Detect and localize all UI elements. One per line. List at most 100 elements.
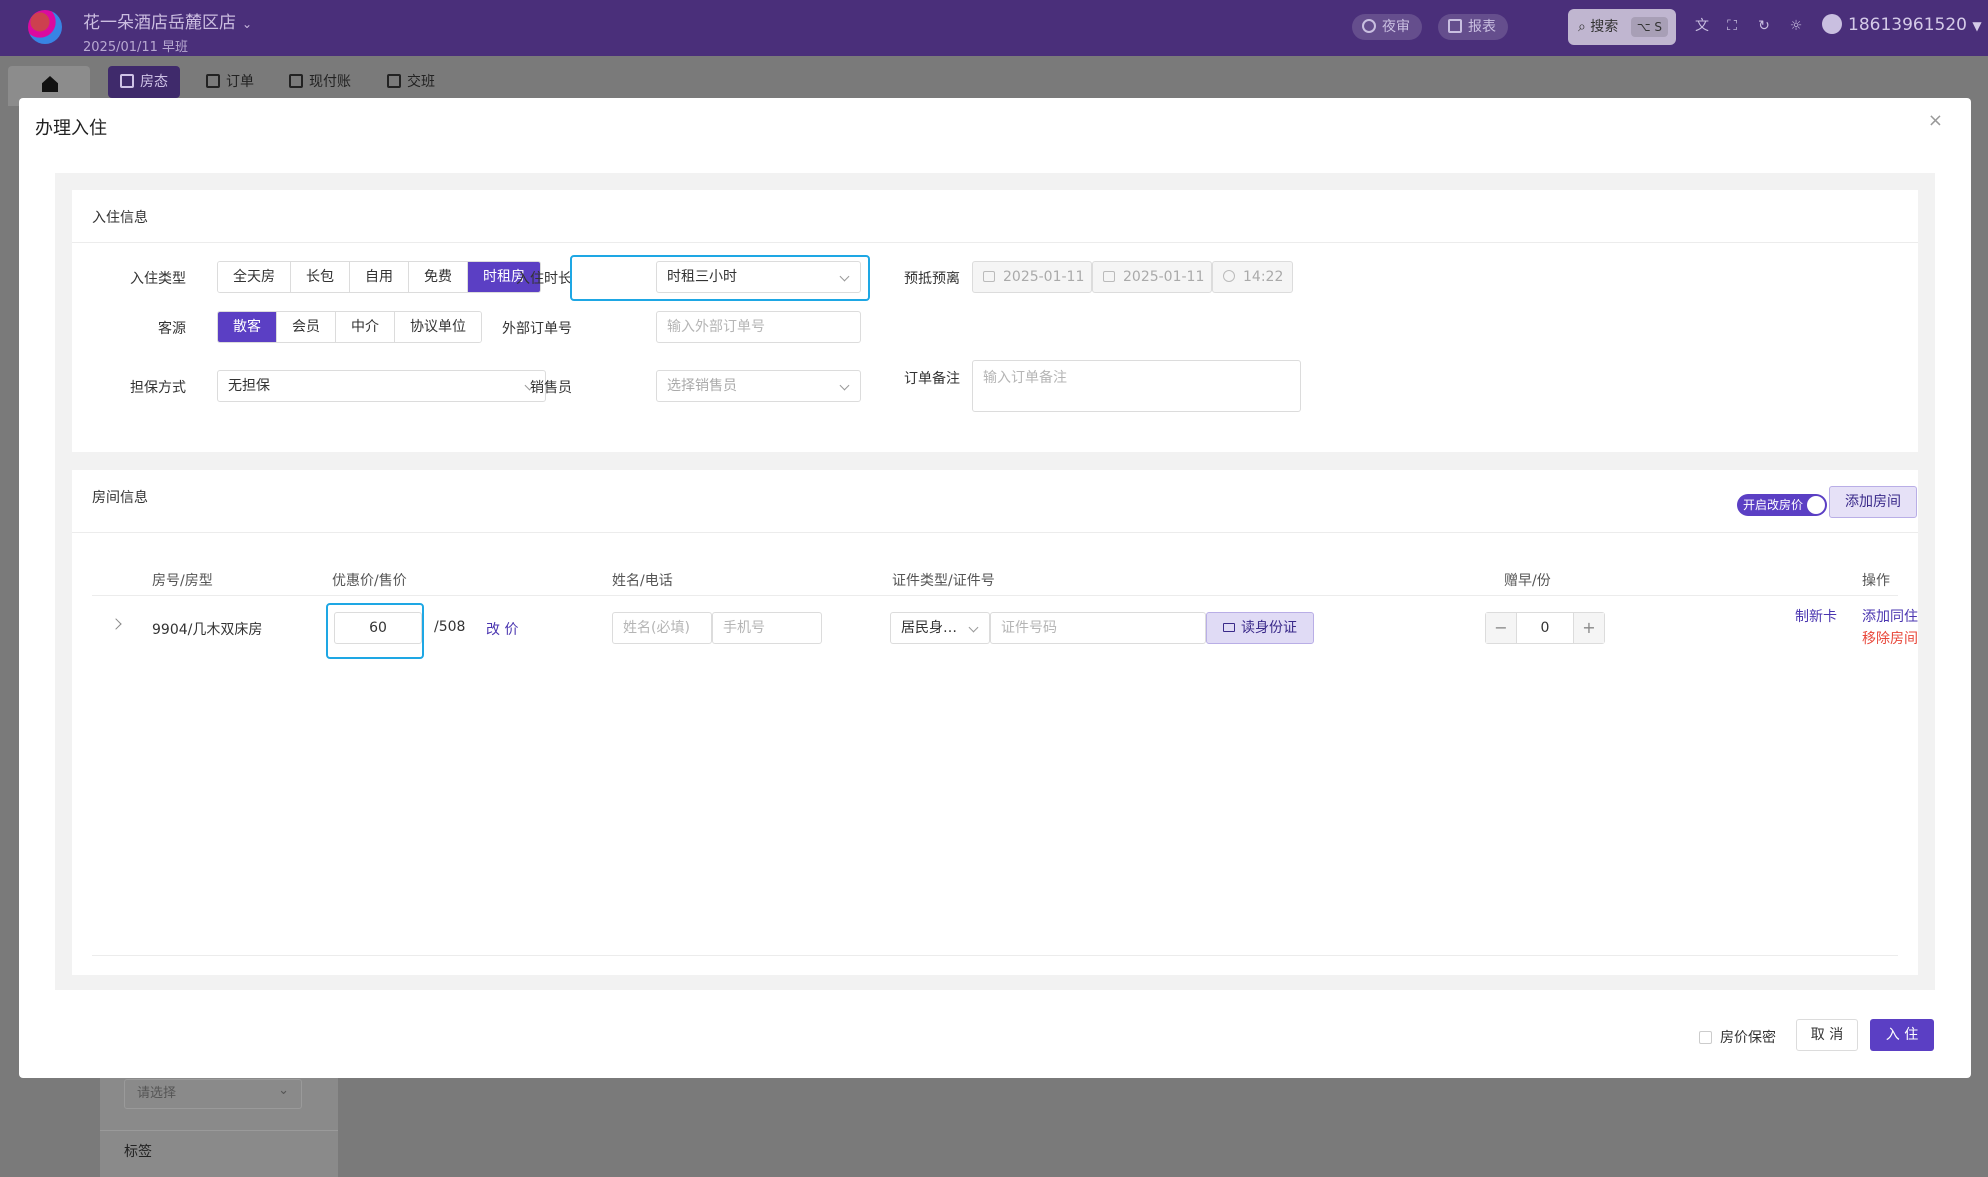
filter-select[interactable]: 请选择 [124,1077,302,1109]
sales-select[interactable]: 选择销售员 [656,370,861,402]
divider [72,242,1918,243]
remove-room-link[interactable]: 移除房间 [1862,628,1918,648]
source-corporate[interactable]: 协议单位 [395,312,481,342]
modal-title: 办理入住 [35,118,107,139]
checkin-type-fullday[interactable]: 全天房 [218,262,291,292]
remark-textarea[interactable]: 输入订单备注 [972,360,1301,412]
sale-price: /508 [434,619,466,635]
col-room: 房号/房型 [152,573,213,589]
source-label: 客源 [158,321,186,337]
app-topbar: 花一朵酒店岳麓区店 ⌄ 2025/01/11 早班 夜审 报表 ⌕ 搜索 ⌥ S … [0,0,1988,56]
checkin-submit-button[interactable]: 入 住 [1870,1019,1934,1051]
calendar-icon [983,271,995,282]
depart-time-input[interactable]: 14:22 [1212,261,1293,293]
tab-orders[interactable]: 订单 [194,66,266,98]
modal-body: 入住信息 入住类型 全天房 长包 自用 免费 时租房 入住时长 时租三小时 预抵… [55,173,1935,990]
source-agent[interactable]: 中介 [336,312,395,342]
col-id: 证件类型/证件号 [892,573,995,589]
id-card-icon [1223,623,1235,632]
ext-order-input[interactable]: 输入外部订单号 [656,311,861,343]
checkin-type-longstay[interactable]: 长包 [291,262,350,292]
checkin-modal: 办理入住 × 入住信息 入住类型 全天房 长包 自用 免费 时租房 入住时长 时… [19,98,1971,1078]
checkin-type-group: 全天房 长包 自用 免费 时租房 [217,261,541,293]
night-audit-button[interactable]: 夜审 [1352,14,1422,40]
report-icon [1448,19,1462,33]
chevron-down-icon [839,271,850,282]
toggle-knob [1807,496,1825,514]
room-info-card: 房间信息 开启改房价 添加房间 房号/房型 优惠价/售价 姓名/电话 证件类型/… [72,470,1918,975]
refresh-icon[interactable]: ↻ [1756,18,1772,34]
remark-label: 订单备注 [904,371,960,387]
theme-sun-icon[interactable]: ☼ [1788,18,1804,34]
checkin-type-free[interactable]: 免费 [409,262,468,292]
chevron-down-icon [839,380,850,391]
date-shift: 2025/01/11 早班 [83,40,189,55]
col-actions: 操作 [1862,573,1890,589]
add-guest-link[interactable]: 添加同住 [1862,606,1918,626]
document-icon [289,74,303,88]
col-price: 优惠价/售价 [332,573,407,589]
source-member[interactable]: 会员 [277,312,336,342]
guarantee-select[interactable]: 无担保 [217,370,546,402]
arrive-date-input[interactable]: 2025-01-11 [972,261,1092,293]
checkbox-box [1699,1031,1712,1044]
tab-handover[interactable]: 交班 [375,66,447,98]
chevron-down-icon: ⌄ [242,17,253,31]
duration-select[interactable]: 时租三小时 [656,261,861,293]
add-room-button[interactable]: 添加房间 [1829,486,1917,518]
col-name-phone: 姓名/电话 [612,573,673,589]
expand-row-icon[interactable] [110,618,122,630]
breakfast-stepper: − 0 + [1485,612,1605,644]
make-card-link[interactable]: 制新卡 [1795,606,1837,626]
room-number-type: 9904/几木双床房 [152,622,263,638]
avatar [1822,14,1842,34]
translate-icon[interactable]: 文 [1694,18,1710,34]
divider [72,532,1918,533]
clock-icon [1223,270,1235,282]
moon-icon [1362,19,1376,33]
increment-button[interactable]: + [1574,613,1604,643]
book-icon [387,74,401,88]
tab-room-status[interactable]: 房态 [108,66,180,98]
source-walkin[interactable]: 散客 [218,312,277,342]
fullscreen-icon[interactable]: ⛶ [1724,18,1740,34]
divider [92,595,1898,596]
source-group: 散客 会员 中介 协议单位 [217,311,482,343]
divider [100,1130,338,1131]
cart-icon [206,74,220,88]
price-secret-checkbox[interactable]: 房价保密 [1699,1027,1776,1047]
checkin-info-title: 入住信息 [92,210,148,226]
divider [92,955,1898,956]
discount-price-input[interactable]: 60 [334,612,422,644]
close-icon[interactable]: × [1928,110,1943,131]
user-menu[interactable]: 18613961520 ▼ [1822,14,1982,35]
cancel-button[interactable]: 取 消 [1796,1019,1858,1051]
duration-label: 入住时长 [516,271,572,287]
guest-name-input[interactable]: 姓名(必填) [612,612,712,644]
global-search-button[interactable]: ⌕ 搜索 ⌥ S [1568,9,1676,45]
checkin-type-label: 入住类型 [130,271,186,287]
tab-cash-account[interactable]: 现付账 [277,66,363,98]
col-breakfast: 赠早/份 [1504,573,1551,589]
guarantee-label: 担保方式 [130,380,186,396]
estimate-label: 预抵预离 [904,271,960,287]
reports-button[interactable]: 报表 [1438,14,1508,40]
checkin-info-card: 入住信息 入住类型 全天房 长包 自用 免费 时租房 入住时长 时租三小时 预抵… [72,190,1918,452]
guest-phone-input[interactable]: 手机号 [712,612,822,644]
id-type-select[interactable]: 居民身… [890,612,990,644]
ext-order-label: 外部订单号 [502,321,572,337]
breakfast-count[interactable]: 0 [1516,613,1574,643]
change-price-link[interactable]: 改 价 [486,619,518,639]
caret-down-icon: ▼ [1972,19,1982,33]
id-number-input[interactable]: 证件号码 [990,612,1206,644]
depart-date-input[interactable]: 2025-01-11 [1092,261,1212,293]
checkin-type-selfuse[interactable]: 自用 [350,262,409,292]
home-icon [42,76,58,92]
price-edit-toggle[interactable]: 开启改房价 [1737,494,1827,516]
search-icon: ⌕ [1578,19,1586,35]
hotel-switcher[interactable]: 花一朵酒店岳麓区店 ⌄ [83,8,252,33]
grid-icon [120,74,134,88]
hotel-logo-icon [28,10,62,44]
read-id-card-button[interactable]: 读身份证 [1206,612,1314,644]
decrement-button[interactable]: − [1486,613,1516,643]
